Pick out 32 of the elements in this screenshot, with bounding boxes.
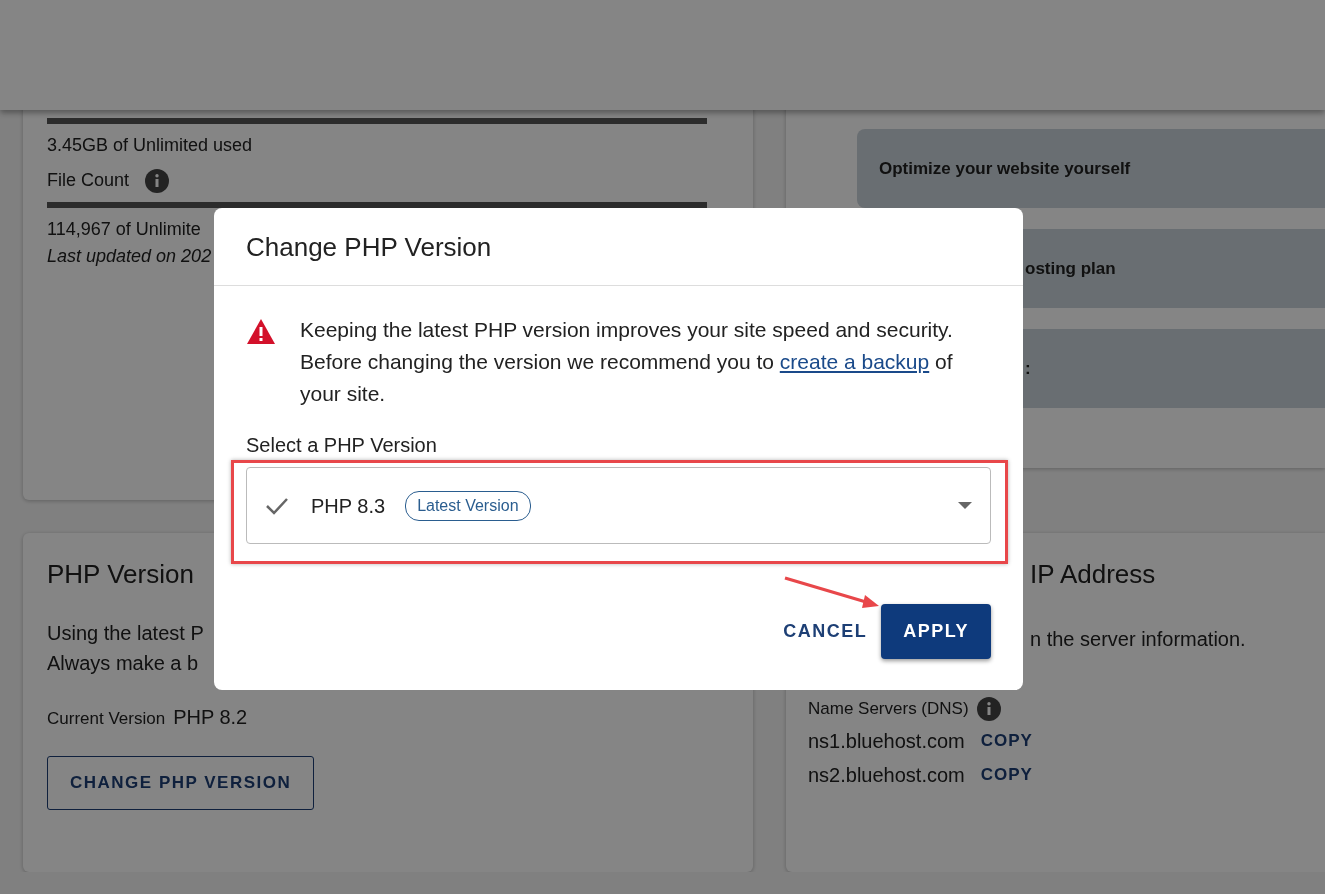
current-version-value: PHP 8.2 <box>173 705 248 730</box>
ip-address-heading: IP Address <box>1030 558 1156 591</box>
copy-button[interactable]: COPY <box>980 761 1033 788</box>
warning-icon <box>246 318 276 346</box>
apply-button[interactable]: APPLY <box>881 604 991 660</box>
current-version-label: Current Version <box>47 708 166 730</box>
info-icon[interactable] <box>145 168 170 193</box>
php-version-heading: PHP Version <box>47 558 194 591</box>
copy-button[interactable]: COPY <box>980 727 1033 754</box>
php-description-line: Always make a b <box>47 651 199 676</box>
dropdown-caret-icon <box>958 501 972 510</box>
name-server-host: ns1.bluehost.com <box>808 728 965 754</box>
name-servers-label: Name Servers (DNS) <box>808 698 969 720</box>
file-count-usage-text: 114,967 of Unlimite <box>47 218 201 241</box>
help-tile-text: osting plan <box>1025 257 1116 280</box>
php-version-select[interactable]: PHP 8.3 Latest Version <box>246 467 991 545</box>
latest-version-badge: Latest Version <box>405 490 531 521</box>
select-label: Select a PHP Version <box>246 433 437 459</box>
cancel-button[interactable]: CANCEL <box>777 608 874 656</box>
php-description-line: Using the latest P <box>47 621 204 646</box>
last-updated-text: Last updated on 202 <box>47 245 212 268</box>
change-php-version-button[interactable]: CHANGE PHP VERSION <box>47 756 315 810</box>
backup-link[interactable]: create a backup <box>779 350 930 374</box>
help-tile-text: : <box>1025 357 1031 380</box>
dialog-title: Change PHP Version <box>214 208 1023 287</box>
help-tile-text: Optimize your website yourself <box>879 157 1131 180</box>
file-count-label: File Count <box>47 169 130 192</box>
disk-usage-text: 3.45GB of Unlimited used <box>47 134 253 157</box>
name-server-host: ns2.bluehost.com <box>808 762 965 788</box>
server-info-text: n the server information. <box>1030 627 1246 652</box>
warning-message: Keeping the latest PHP version improves your site speed and security. Before changing the version we recommend you to create a backup of your site. <box>300 317 954 408</box>
info-icon[interactable] <box>976 696 1001 721</box>
